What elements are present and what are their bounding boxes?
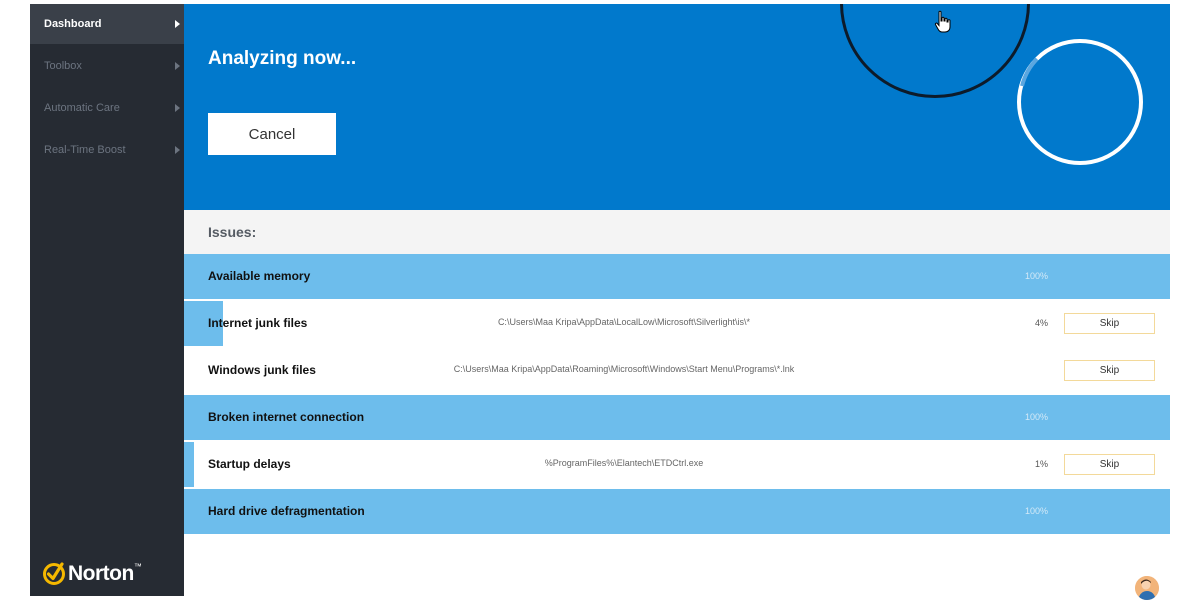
norton-check-icon	[43, 562, 65, 585]
row-divider	[184, 440, 1170, 441]
issue-path: C:\Users\Maa Kripa\AppData\Roaming\Micro…	[453, 364, 795, 374]
sidebar-item-toolbox[interactable]: Toolbox	[30, 46, 184, 86]
issue-row-startup-delays: Startup delays %ProgramFiles%\Elantech\E…	[184, 442, 1170, 487]
issue-row-internet-junk-files: Internet junk files C:\Users\Maa Kripa\A…	[184, 301, 1170, 346]
sidebar-item-label: Dashboard	[44, 18, 102, 30]
issue-name: Hard drive defragmentation	[208, 504, 365, 518]
issue-name: Startup delays	[208, 457, 291, 471]
chevron-right-icon	[175, 146, 180, 154]
norton-window: Dashboard Toolbox Automatic Care Real-Ti…	[30, 4, 1170, 596]
issue-row-broken-internet-connection: Broken internet connection 100%	[184, 395, 1170, 440]
scan-header: Analyzing now... Cancel	[184, 4, 1170, 210]
chevron-right-icon	[175, 62, 180, 70]
issue-name: Windows junk files	[208, 363, 316, 377]
skip-button[interactable]: Skip	[1064, 454, 1155, 475]
sidebar-item-automatic-care[interactable]: Automatic Care	[30, 88, 184, 128]
issue-name: Internet junk files	[208, 316, 308, 330]
sidebar: Dashboard Toolbox Automatic Care Real-Ti…	[30, 4, 184, 596]
row-divider	[184, 393, 1170, 394]
issue-name: Broken internet connection	[208, 410, 365, 424]
issue-percent: 100%	[1024, 412, 1048, 422]
chevron-right-icon	[175, 20, 180, 28]
sidebar-item-real-time-boost[interactable]: Real-Time Boost	[30, 130, 184, 170]
issue-percent: 100%	[1024, 271, 1048, 281]
issue-percent: 100%	[1024, 506, 1048, 516]
issue-path: %ProgramFiles%\Elantech\ETDCtrl.exe	[544, 458, 704, 468]
avatar	[1135, 576, 1159, 600]
brand-trademark: ™	[133, 562, 142, 571]
skip-button[interactable]: Skip	[1064, 360, 1155, 381]
sidebar-item-label: Automatic Care	[44, 102, 120, 114]
issue-progress-fill	[184, 442, 194, 487]
issue-row-hard-drive-defragmentation: Hard drive defragmentation 100%	[184, 489, 1170, 534]
sidebar-item-label: Toolbox	[44, 60, 82, 72]
issue-row-windows-junk-files: Windows junk files C:\Users\Maa Kripa\Ap…	[184, 348, 1170, 393]
issue-percent: 1%	[1034, 459, 1048, 469]
cancel-button[interactable]: Cancel	[208, 113, 336, 155]
scan-progress-ring-icon	[1017, 39, 1143, 165]
issue-path: C:\Users\Maa Kripa\AppData\LocalLow\Micr…	[497, 317, 751, 327]
issues-header: Issues:	[184, 210, 1170, 254]
sidebar-item-dashboard[interactable]: Dashboard	[30, 4, 184, 44]
issue-name: Available memory	[208, 269, 311, 283]
person-icon	[1135, 576, 1159, 600]
sidebar-item-label: Real-Time Boost	[44, 144, 126, 156]
issue-percent: 4%	[1034, 318, 1048, 328]
issues-label: Issues:	[208, 224, 257, 240]
issue-row-available-memory: Available memory 100%	[184, 254, 1170, 299]
row-divider	[184, 487, 1170, 488]
hand-cursor-icon	[934, 10, 951, 33]
row-divider	[184, 346, 1170, 347]
page-title: Analyzing now...	[208, 48, 357, 69]
chevron-right-icon	[175, 104, 180, 112]
brand-name: Norton	[68, 562, 134, 585]
skip-button[interactable]: Skip	[1064, 313, 1155, 334]
row-divider	[184, 299, 1170, 300]
